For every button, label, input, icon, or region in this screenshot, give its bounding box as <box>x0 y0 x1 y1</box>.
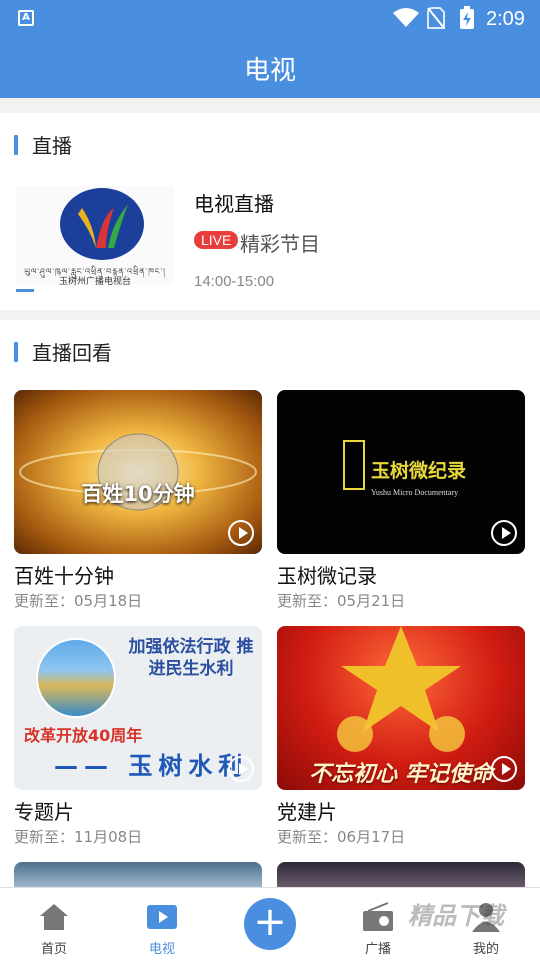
tab-home[interactable]: 首页 <box>14 888 94 960</box>
tab-radio[interactable]: 广播 <box>338 888 418 960</box>
live-channel-thumbnail[interactable]: ཡུལ་ཤུལ་ཁུལ་རླུང་འཕྲིན་བརྙན་འཕྲིན་ཁང་། 玉… <box>16 186 174 292</box>
camera-logo-icon <box>343 440 365 490</box>
replay-item[interactable]: 不忘初心 牢记使命 党建片 更新至：06月17日 <box>277 626 525 847</box>
replay-item[interactable]: 百姓10分钟 百姓十分钟 更新至：05月18日 <box>14 390 262 611</box>
play-icon[interactable] <box>228 756 254 782</box>
thumbnail-subcaption: Yushu Micro Documentary <box>371 488 459 497</box>
thumbnail-caption: 不忘初心 牢记使命 <box>309 762 493 787</box>
replay-thumbnail-partial[interactable] <box>277 862 525 887</box>
replay-item-title: 百姓十分钟 <box>14 564 114 588</box>
replay-section-title: 直播回看 <box>32 341 112 365</box>
section-marker <box>14 341 18 362</box>
section-marker <box>14 134 18 155</box>
thumbnail-subcaption: 改革开放40周年 <box>24 726 143 745</box>
live-program-name: 精彩节目 <box>240 232 320 256</box>
replay-thumbnail[interactable]: 不忘初心 牢记使命 <box>277 626 525 790</box>
live-time-range: 14:00-15:00 <box>194 273 275 290</box>
page-title: 电视 <box>243 56 296 86</box>
app-notification-icon: A <box>18 10 34 26</box>
replay-thumbnail[interactable]: 加强依法行政 推进民生水利 改革开放40周年 —— 玉树水利 <box>14 626 262 790</box>
live-badge: LIVE <box>194 231 239 249</box>
watermark: 精品下载 <box>408 902 504 930</box>
replay-item-updated: 更新至：05月18日 <box>14 592 143 610</box>
home-icon <box>40 904 68 930</box>
replay-item-updated: 更新至：06月17日 <box>277 828 406 846</box>
live-section: 直播 ཡུལ་ཤུལ་ཁུལ་རླུང་འཕྲིན་བརྙན་འཕྲིན་ཁང་… <box>0 113 540 310</box>
no-sim-icon <box>427 7 445 29</box>
tab-tv-label: 电视 <box>148 942 175 957</box>
wifi-icon <box>393 8 419 27</box>
landscape-image <box>36 638 116 718</box>
thumbnail-caption: 百姓10分钟 <box>81 482 195 506</box>
play-icon[interactable] <box>491 520 517 546</box>
replay-section-header: 直播回看 <box>14 337 112 366</box>
replay-item-updated: 更新至：11月08日 <box>14 828 143 846</box>
status-bar: A 2:09 <box>0 0 540 36</box>
replay-thumbnail[interactable]: 百姓10分钟 <box>14 390 262 554</box>
live-section-header: 直播 <box>14 130 72 159</box>
replay-thumbnail[interactable]: 玉树微纪录 Yushu Micro Documentary <box>277 390 525 554</box>
replay-thumbnail-partial[interactable] <box>14 862 262 887</box>
thumbnail-caption: 加强依法行政 推进民生水利 <box>128 637 254 679</box>
replay-item-title: 党建片 <box>277 800 337 824</box>
thumbnail-art <box>19 433 257 511</box>
tv-play-icon <box>147 905 177 929</box>
play-icon[interactable] <box>228 520 254 546</box>
battery-charging-icon <box>460 6 474 29</box>
radio-icon <box>363 902 393 931</box>
replay-item-updated: 更新至：05月21日 <box>277 592 406 610</box>
play-icon[interactable] <box>491 756 517 782</box>
app-header: 电视 <box>0 36 540 98</box>
live-channel-title[interactable]: 电视直播 <box>194 188 274 217</box>
station-caption: 玉树州广播电视台 <box>58 277 131 287</box>
live-section-title: 直播 <box>32 134 72 158</box>
replay-item[interactable]: 加强依法行政 推进民生水利 改革开放40周年 —— 玉树水利 专题片 更新至：1… <box>14 626 262 847</box>
replay-item-title: 专题片 <box>14 800 74 824</box>
carousel-indicator <box>16 289 34 292</box>
tab-radio-label: 广播 <box>364 942 391 957</box>
replay-item-title: 玉树微记录 <box>277 564 377 588</box>
tab-home-label: 首页 <box>40 942 67 957</box>
station-logo-icon <box>60 188 144 260</box>
replay-section: 直播回看 百姓10分钟 百姓十分钟 更新至：05月18日 玉树微纪录 Yushu… <box>0 320 540 887</box>
thumbnail-subcaption-2: —— 玉树水利 <box>54 752 249 780</box>
tab-mine-label: 我的 <box>472 942 499 957</box>
thumbnail-caption: 玉树微纪录 <box>371 460 467 482</box>
clock: 2:09 <box>486 8 525 30</box>
replay-item[interactable]: 玉树微纪录 Yushu Micro Documentary 玉树微记录 更新至：… <box>277 390 525 611</box>
add-button[interactable]: + <box>244 898 296 950</box>
tab-tv[interactable]: 电视 <box>122 888 202 960</box>
